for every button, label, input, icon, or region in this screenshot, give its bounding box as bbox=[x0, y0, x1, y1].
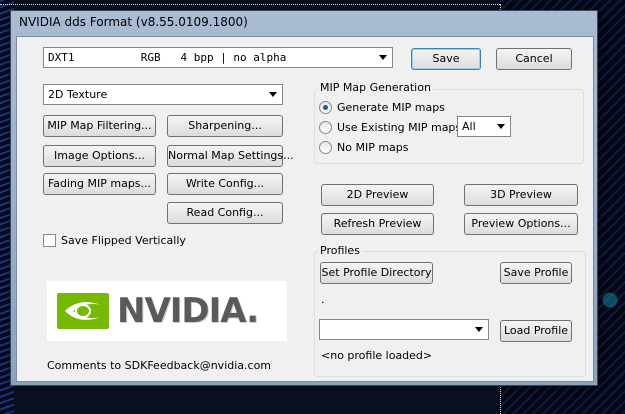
read-config-button[interactable]: Read Config... bbox=[167, 202, 283, 224]
radio-generate-mip-maps[interactable]: Generate MIP maps bbox=[319, 101, 445, 114]
nvidia-logo-text: NVIDIA. bbox=[117, 291, 259, 331]
feedback-text: Comments to SDKFeedback@nvidia.com bbox=[47, 359, 272, 372]
set-profile-directory-button[interactable]: Set Profile Directory bbox=[320, 262, 433, 284]
profile-select[interactable] bbox=[319, 319, 489, 340]
radio-button-icon[interactable] bbox=[319, 121, 332, 134]
2d-preview-button[interactable]: 2D Preview bbox=[321, 184, 434, 206]
existing-mip-select[interactable]: All bbox=[457, 116, 511, 137]
format-select-value: DXT1 RGB 4 bpp | no alpha bbox=[48, 51, 287, 64]
format-select[interactable]: DXT1 RGB 4 bpp | no alpha bbox=[43, 47, 393, 68]
image-options-button[interactable]: Image Options... bbox=[43, 145, 156, 167]
texture-type-select[interactable]: 2D Texture bbox=[43, 84, 283, 105]
save-flipped-checkbox[interactable]: Save Flipped Vertically bbox=[43, 234, 186, 247]
checkbox-box[interactable] bbox=[43, 234, 56, 247]
profile-directory-label: . bbox=[321, 293, 325, 306]
selection-marquee-top bbox=[0, 4, 500, 5]
texture-type-value: 2D Texture bbox=[48, 88, 108, 101]
refresh-preview-button[interactable]: Refresh Preview bbox=[321, 213, 434, 235]
existing-mip-value: All bbox=[462, 120, 476, 133]
chevron-down-icon bbox=[379, 55, 387, 60]
save-flipped-label: Save Flipped Vertically bbox=[61, 234, 186, 247]
3d-preview-button[interactable]: 3D Preview bbox=[464, 184, 578, 206]
radio-no-mip-maps[interactable]: No MIP maps bbox=[319, 141, 409, 154]
radio-button-icon[interactable] bbox=[319, 141, 332, 154]
normal-map-settings-button[interactable]: Normal Map Settings... bbox=[167, 145, 294, 167]
window-title: NVIDIA dds Format (v8.55.0109.1800) bbox=[19, 15, 248, 29]
profile-status-text: <no profile loaded> bbox=[321, 349, 433, 362]
sharpening-button[interactable]: Sharpening... bbox=[167, 115, 283, 137]
preview-options-button[interactable]: Preview Options... bbox=[464, 213, 578, 235]
radio-button-icon[interactable] bbox=[319, 101, 332, 114]
load-profile-button[interactable]: Load Profile bbox=[500, 320, 572, 342]
nvidia-dds-dialog: NVIDIA dds Format (v8.55.0109.1800) DXT1… bbox=[10, 10, 598, 386]
write-config-button[interactable]: Write Config... bbox=[167, 173, 283, 195]
nvidia-logo: NVIDIA. bbox=[47, 281, 287, 341]
fading-mip-maps-button[interactable]: Fading MIP maps... bbox=[43, 173, 156, 195]
mip-generation-title: MIP Map Generation bbox=[318, 81, 433, 94]
chevron-down-icon bbox=[475, 327, 483, 332]
save-button[interactable]: Save bbox=[411, 48, 481, 70]
mip-map-filtering-button[interactable]: MIP Map Filtering... bbox=[43, 115, 156, 137]
chevron-down-icon bbox=[497, 124, 505, 129]
nvidia-eye-icon bbox=[57, 293, 109, 329]
cancel-button[interactable]: Cancel bbox=[496, 48, 572, 70]
radio-label: Use Existing MIP maps bbox=[337, 121, 462, 134]
radio-use-existing-mip-maps[interactable]: Use Existing MIP maps bbox=[319, 121, 461, 134]
chevron-down-icon bbox=[269, 92, 277, 97]
radio-label: Generate MIP maps bbox=[337, 101, 445, 114]
dialog-client-area: DXT1 RGB 4 bpp | no alpha Save Cancel 2D… bbox=[16, 36, 594, 382]
radio-label: No MIP maps bbox=[337, 141, 409, 154]
save-profile-button[interactable]: Save Profile bbox=[500, 262, 572, 284]
profiles-title: Profiles bbox=[318, 244, 362, 257]
